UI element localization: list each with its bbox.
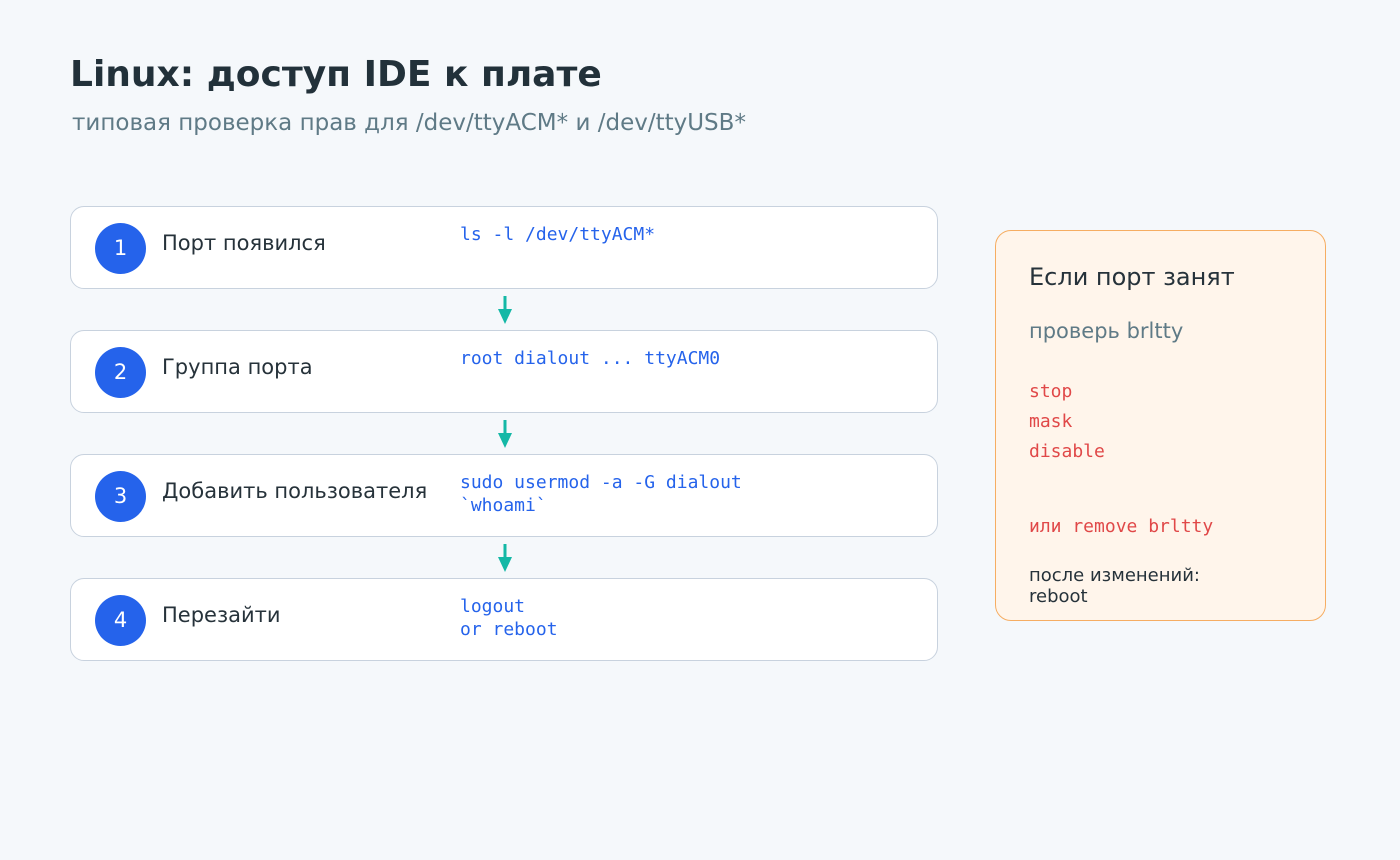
step-label: Добавить пользователя bbox=[162, 479, 428, 503]
step-card-1: 1 Порт появился ls -l /dev/ttyACM* bbox=[70, 206, 938, 289]
step-number-badge: 3 bbox=[95, 471, 146, 522]
page-title: Linux: доступ IDE к плате bbox=[70, 54, 602, 95]
step-label: Порт появился bbox=[162, 231, 326, 255]
step-number-badge: 4 bbox=[95, 595, 146, 646]
down-arrow-icon bbox=[498, 544, 512, 572]
step-card-4: 4 Перезайти logout or reboot bbox=[70, 578, 938, 661]
step-command: logout or reboot bbox=[460, 596, 558, 640]
down-arrow-icon bbox=[498, 420, 512, 448]
step-command: root dialout ... ttyACM0 bbox=[460, 348, 721, 369]
panel-title: Если порт занят bbox=[1029, 263, 1235, 291]
port-busy-panel: Если порт занят проверь brltty stop mask… bbox=[995, 230, 1326, 621]
step-label: Перезайти bbox=[162, 603, 281, 627]
step-card-2: 2 Группа порта root dialout ... ttyACM0 bbox=[70, 330, 938, 413]
panel-subtitle: проверь brltty bbox=[1029, 319, 1184, 343]
step-command: sudo usermod -a -G dialout `whoami` bbox=[460, 472, 742, 516]
command-stop: stop bbox=[1029, 381, 1073, 402]
step-number-badge: 1 bbox=[95, 223, 146, 274]
page-subtitle: типовая проверка прав для /dev/ttyACM* и… bbox=[72, 110, 746, 136]
command-remove-alternative: или remove brltty bbox=[1029, 516, 1214, 537]
command-mask: mask bbox=[1029, 411, 1073, 432]
down-arrow-icon bbox=[498, 296, 512, 324]
step-number-badge: 2 bbox=[95, 347, 146, 398]
step-command: ls -l /dev/ttyACM* bbox=[460, 224, 656, 245]
panel-note: после изменений: reboot bbox=[1029, 565, 1200, 607]
step-label: Группа порта bbox=[162, 355, 313, 379]
command-disable: disable bbox=[1029, 441, 1105, 462]
step-card-3: 3 Добавить пользователя sudo usermod -a … bbox=[70, 454, 938, 537]
